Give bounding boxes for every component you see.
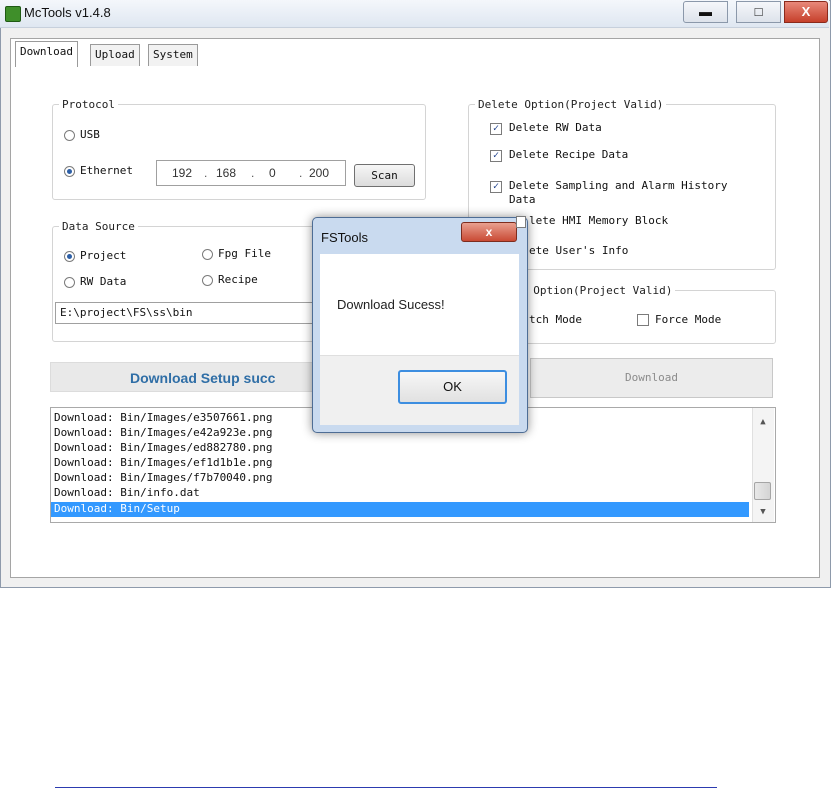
ip-octet-3[interactable]: 0 (269, 166, 276, 180)
download-button[interactable]: Download (530, 358, 773, 398)
project-path-field[interactable]: E:\project\FS\ss\bin (55, 302, 315, 324)
project-label: Project (80, 249, 127, 262)
ip-octet-4[interactable]: 200 (309, 166, 329, 180)
delete-hmi-memory-checkbox[interactable] (516, 216, 526, 228)
scroll-up-icon[interactable]: ▲ (752, 414, 774, 430)
ip-dot: . (299, 166, 303, 180)
ip-dot: . (251, 166, 255, 180)
log-line[interactable]: Download: Bin/Images/f7b70040.png (54, 471, 273, 485)
force-mode-label: Force Mode (655, 313, 722, 326)
ethernet-label: Ethernet (80, 164, 133, 177)
minimize-button[interactable]: ▬ (683, 1, 728, 23)
recipe-radio[interactable] (202, 275, 213, 286)
close-button[interactable]: X (784, 1, 828, 23)
usb-radio[interactable] (64, 130, 75, 141)
dialog-message: Download Sucess! (337, 297, 445, 312)
log-line[interactable]: Download: Bin/Images/ef1d1b1e.png (54, 456, 273, 470)
delete-recipe-data-checkbox[interactable]: ✓ (490, 150, 502, 162)
log-line[interactable]: Download: Bin/Images/ed882780.png (54, 441, 273, 455)
ip-octet-2[interactable]: 168 (216, 166, 236, 180)
app-icon (5, 6, 21, 22)
batch-mode-label: tch Mode (529, 313, 582, 326)
log-line[interactable]: Download: Bin/Images/e42a923e.png (54, 426, 273, 440)
rw-data-label: RW Data (80, 275, 127, 288)
ethernet-radio[interactable] (64, 166, 75, 177)
delete-hmi-memory-label: lete HMI Memory Block (529, 214, 669, 227)
window-title: McTools v1.4.8 (24, 5, 111, 20)
log-line-selected[interactable]: Download: Bin/Setup (54, 502, 180, 516)
ip-dot: . (204, 166, 208, 180)
fpg-file-label: Fpg File (218, 247, 271, 260)
tab-upload[interactable]: Upload (90, 44, 140, 66)
delete-rw-data-checkbox[interactable]: ✓ (490, 123, 502, 135)
recipe-label: Recipe (218, 273, 258, 286)
ok-button[interactable]: OK (398, 370, 507, 404)
protocol-legend: Protocol (62, 98, 115, 111)
project-radio[interactable] (64, 251, 75, 262)
scroll-thumb[interactable] (754, 482, 771, 500)
dialog-title: FSTools (321, 230, 368, 245)
force-mode-checkbox[interactable] (637, 314, 649, 326)
data-source-legend: Data Source (62, 220, 135, 233)
fpg-file-radio[interactable] (202, 249, 213, 260)
tab-download[interactable]: Download (15, 41, 78, 67)
ip-octet-1[interactable]: 192 (172, 166, 192, 180)
dialog-close-button[interactable]: x (461, 222, 517, 242)
log-line[interactable]: Download: Bin/info.dat (54, 486, 200, 500)
scan-button[interactable]: Scan (354, 164, 415, 187)
delete-sampling-alarm-label: Delete Sampling and Alarm History (509, 179, 728, 192)
delete-sampling-alarm-label-2: Data (509, 193, 536, 206)
delete-option-legend: Delete Option(Project Valid) (478, 98, 664, 111)
scroll-down-icon[interactable]: ▼ (752, 504, 774, 520)
download-option-legend: d Option(Project Valid) (520, 284, 673, 297)
usb-label: USB (80, 128, 100, 141)
tab-system[interactable]: System (148, 44, 198, 66)
log-line[interactable]: Download: Bin/Images/e3507661.png (54, 411, 273, 425)
delete-user-info-label: ete User's Info (529, 244, 629, 257)
maximize-button[interactable]: □ (736, 1, 781, 23)
rw-data-radio[interactable] (64, 277, 75, 288)
delete-sampling-alarm-checkbox[interactable]: ✓ (490, 181, 502, 193)
delete-rw-data-label: Delete RW Data (509, 121, 602, 134)
status-text: Download Setup succ (130, 370, 276, 386)
delete-recipe-data-label: Delete Recipe Data (509, 148, 629, 161)
